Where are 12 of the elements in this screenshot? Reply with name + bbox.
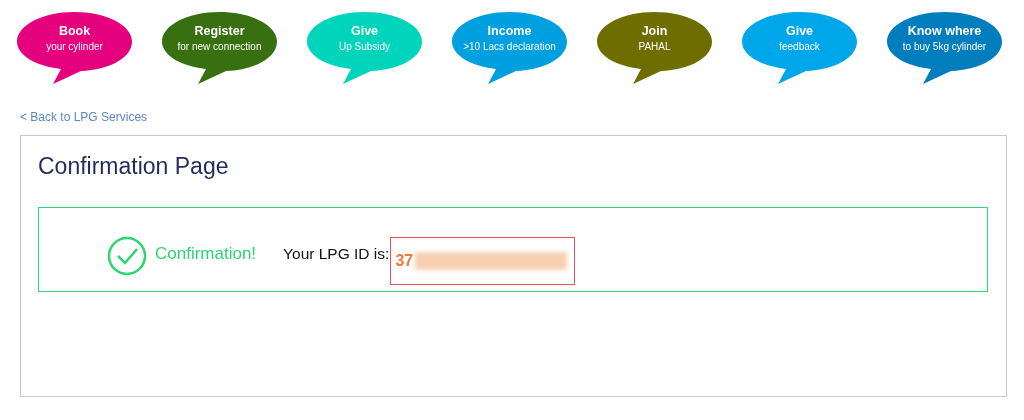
- id-label: Your LPG ID is:: [283, 244, 390, 263]
- check-circle-icon: [107, 235, 147, 276]
- service-bubble[interactable]: Income >10 Lacs declaration: [452, 12, 567, 84]
- lpg-id: 37: [395, 251, 414, 270]
- back-link[interactable]: < Back to LPG Services: [20, 110, 148, 124]
- confirmation-status: Confirmation!: [155, 243, 257, 264]
- page-title: Confirmation Page: [38, 152, 230, 180]
- service-bubble[interactable]: Book your cylinder: [17, 12, 132, 84]
- service-bubble[interactable]: Register for new connection: [162, 12, 277, 84]
- service-bubble[interactable]: Give feedback: [742, 12, 857, 84]
- service-bubble[interactable]: Join PAHAL: [597, 12, 712, 84]
- service-bubble[interactable]: Know where to buy 5kg cylinder: [887, 12, 1002, 84]
